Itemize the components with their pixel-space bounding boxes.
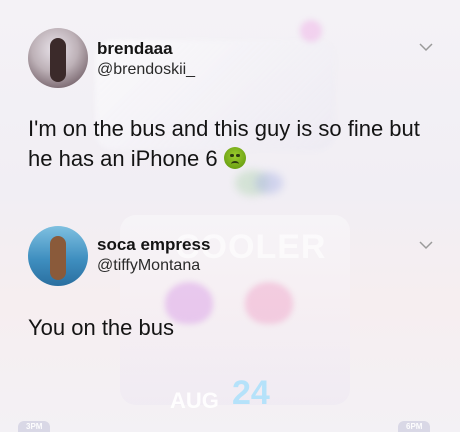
display-name[interactable]: brendaaa	[97, 39, 173, 59]
avatar[interactable]	[28, 226, 88, 286]
avatar[interactable]	[28, 28, 88, 88]
user-handle[interactable]: @tiffyMontana	[97, 257, 200, 275]
avatar-figure	[50, 38, 66, 82]
avatar-figure	[50, 236, 66, 280]
tweet-text: You on the bus	[28, 315, 174, 340]
user-handle[interactable]: @brendoskii_	[97, 61, 195, 79]
background-shape	[255, 172, 283, 194]
tweet-text-content: I'm on the bus and this guy is so fine b…	[28, 116, 420, 171]
nauseated-face-emoji-icon	[223, 147, 246, 169]
tweet-text: I'm on the bus and this guy is so fine b…	[28, 114, 448, 174]
chevron-down-icon[interactable]	[419, 40, 433, 54]
background-month: AUG	[170, 388, 219, 413]
chevron-down-icon[interactable]	[419, 238, 433, 252]
display-name[interactable]: soca empress	[97, 235, 210, 255]
background-shape	[300, 20, 322, 42]
background-corner-label-left: 3PM	[18, 421, 51, 432]
background-day: 24	[232, 374, 270, 412]
background-corner-label-right: 6PM	[398, 421, 431, 432]
